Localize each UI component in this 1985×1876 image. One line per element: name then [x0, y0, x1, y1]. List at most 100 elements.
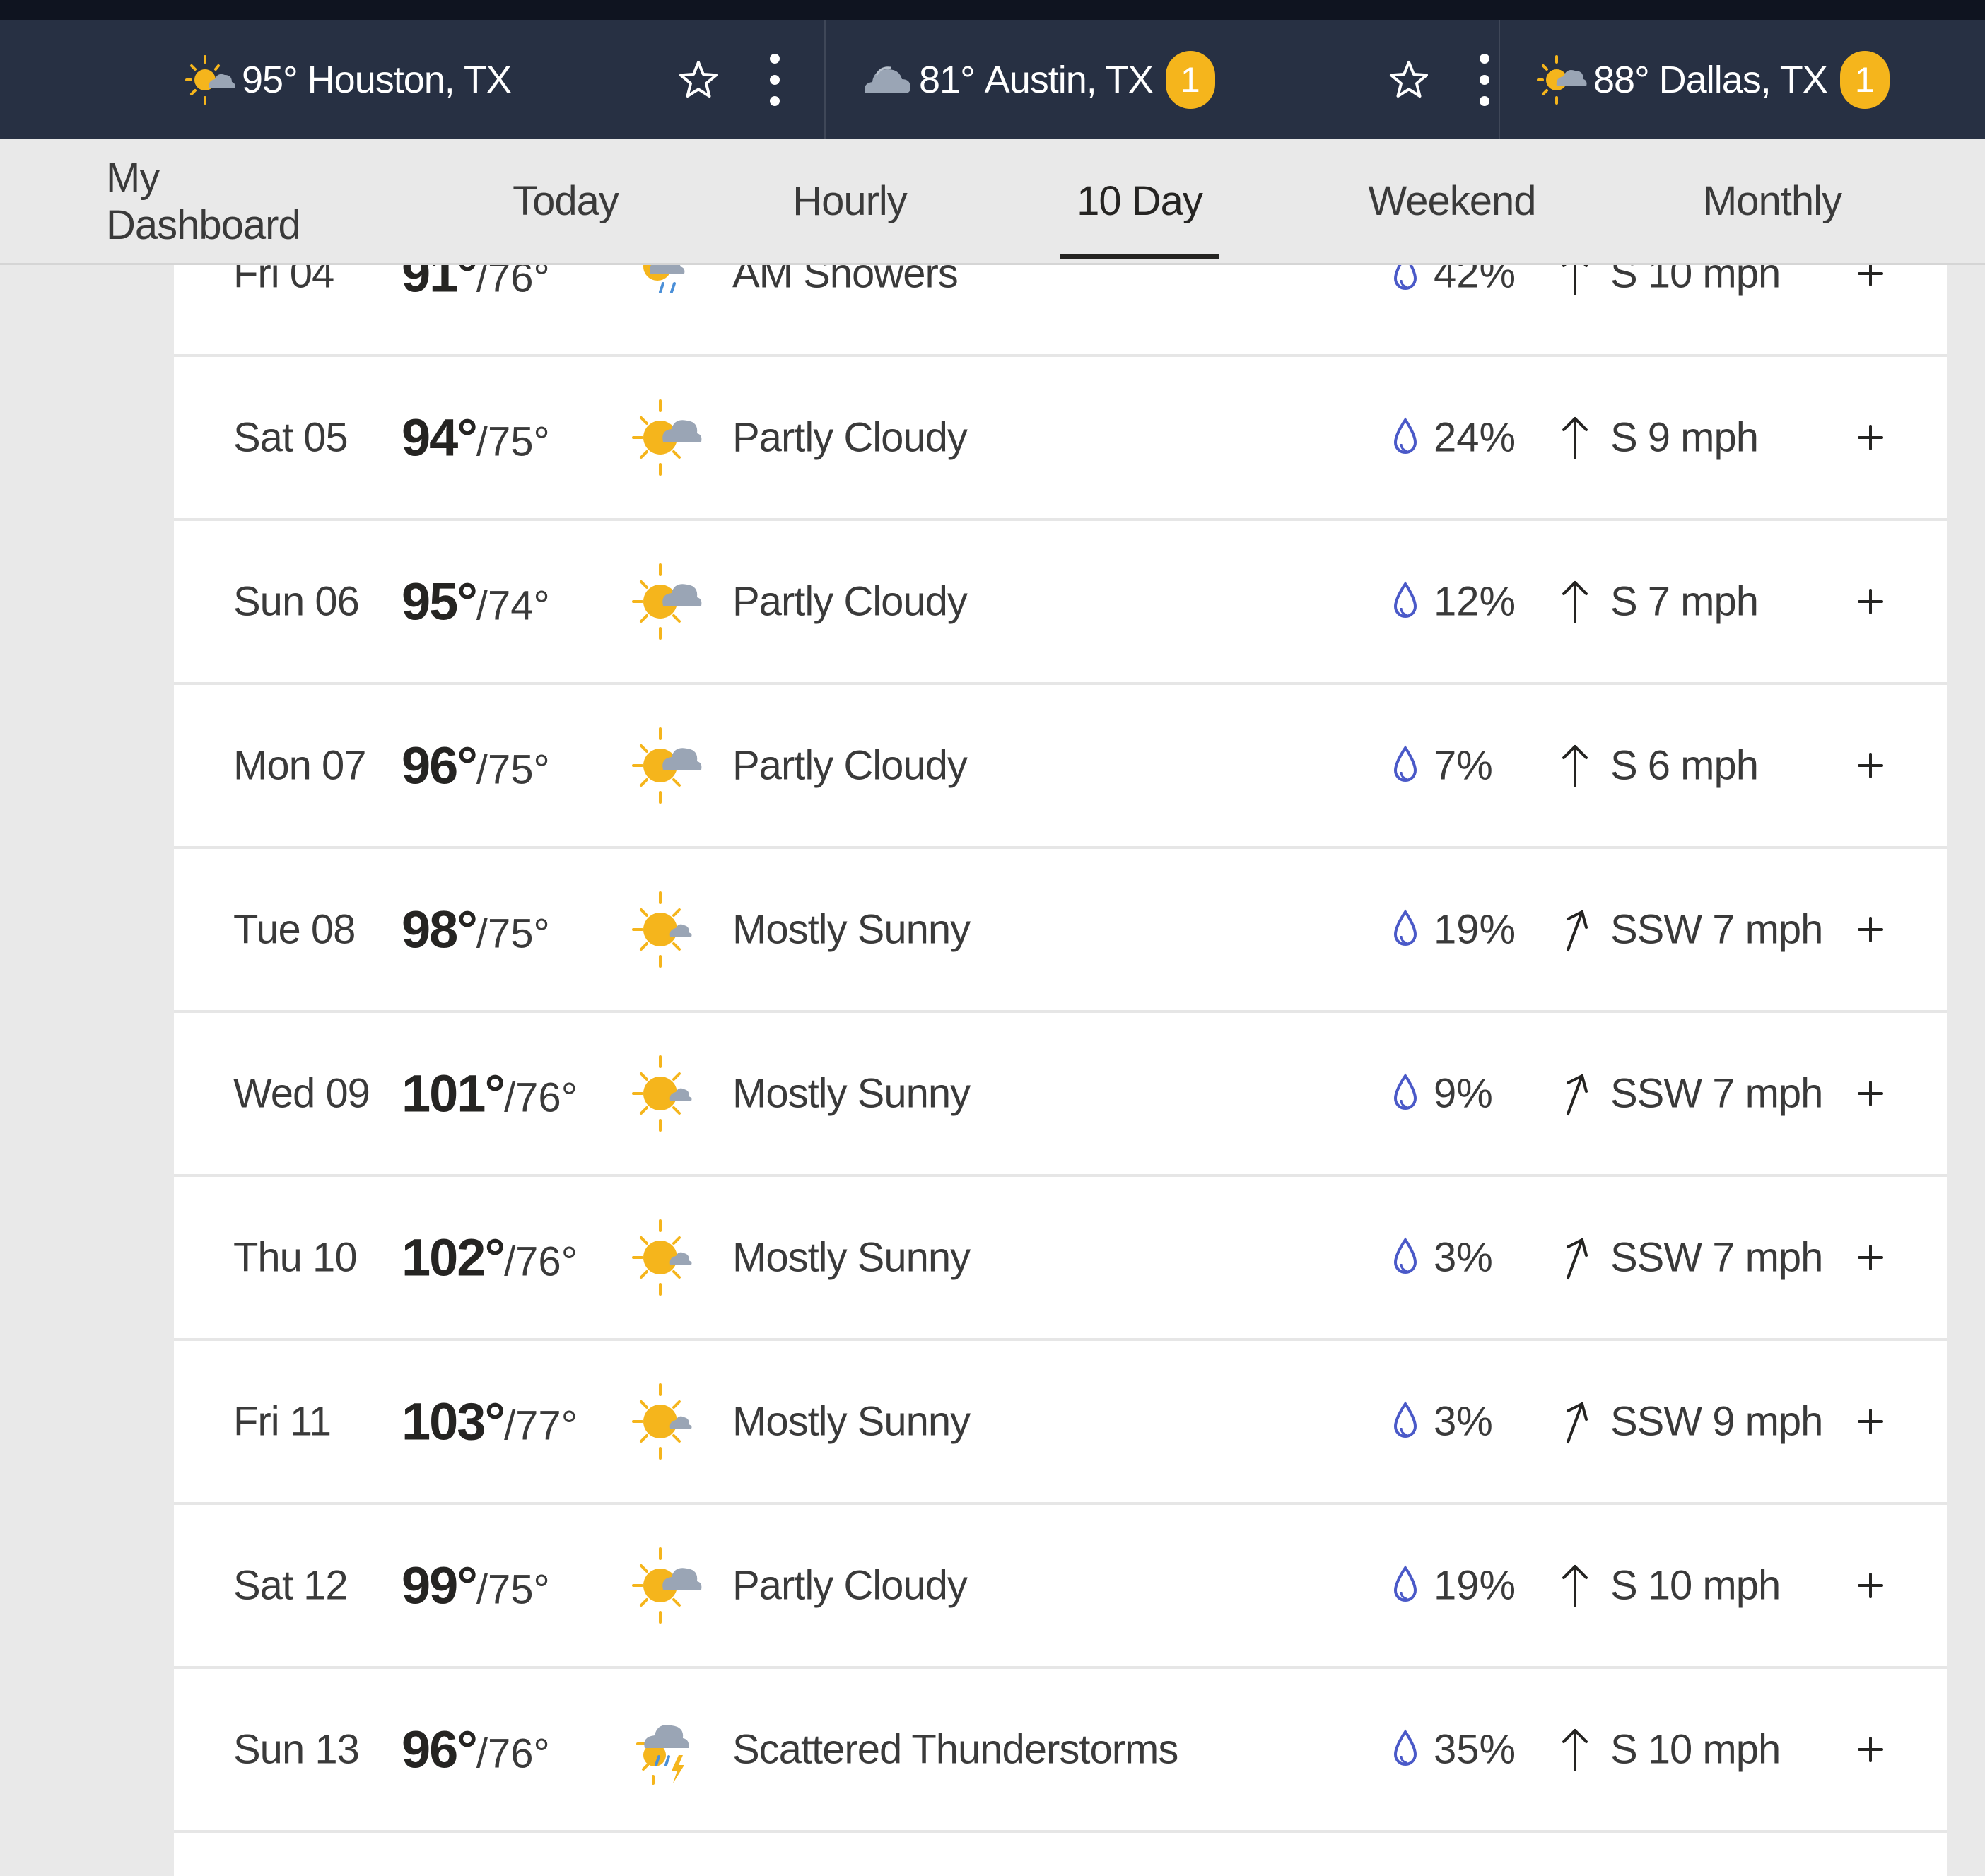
precip-chance: 3%: [1434, 1234, 1493, 1281]
location-temp: 88°: [1593, 58, 1650, 101]
rain-drop-icon: [1391, 745, 1419, 786]
high-temp: 98°: [402, 900, 478, 959]
daily-forecast-row[interactable]: Fri 11 103°/77° Mostly Sunny 3% SSW 9 mph: [174, 1341, 1947, 1505]
day-label: Sun 13: [233, 1726, 360, 1773]
expand-plus-icon[interactable]: [1856, 915, 1885, 944]
expand-plus-icon[interactable]: [1856, 1079, 1885, 1108]
daily-forecast-row[interactable]: Mon 07 96°/75° Partly Cloudy 7% S 6 mph: [174, 685, 1947, 849]
expand-plus-icon[interactable]: [1856, 1735, 1885, 1764]
tab-today[interactable]: Today: [513, 139, 619, 263]
daily-forecast-row[interactable]: Sat 12 99°/75° Partly Cloudy 19% S 10 mph: [174, 1505, 1947, 1669]
condition-phrase: Partly Cloudy: [732, 742, 968, 789]
low-temp: /75°: [476, 746, 550, 793]
day-label: Sun 06: [233, 578, 360, 625]
scrollbar-track[interactable]: [1947, 265, 1985, 1876]
mostly-sunny-icon: [629, 883, 703, 976]
daily-forecast-row[interactable]: Wed 09 101°/76° Mostly Sunny 9% SSW 7 mph: [174, 1013, 1947, 1177]
daily-forecast-row[interactable]: Sun 06 95°/74° Partly Cloudy 12% S 7 mph: [174, 521, 1947, 685]
temperature-range: 96°/76°: [402, 1720, 550, 1780]
expand-plus-icon[interactable]: [1856, 587, 1885, 616]
location-tab-austin[interactable]: 81° Austin, TX 1: [824, 20, 1499, 139]
wind-direction-arrow-icon: [1558, 742, 1592, 789]
day-label: Fri 11: [233, 1398, 332, 1445]
high-temp: 94°: [402, 408, 478, 467]
low-temp: /76°: [476, 1730, 550, 1777]
favorite-star-icon[interactable]: [1388, 59, 1430, 101]
rain-drop-icon: [1391, 1237, 1419, 1278]
mostly-sunny-icon: [629, 1211, 703, 1304]
partly-cloudy-icon: [629, 391, 703, 484]
more-options-icon[interactable]: [1479, 53, 1490, 106]
expand-plus-icon[interactable]: [1856, 1243, 1885, 1272]
high-temp: 91°: [402, 265, 478, 303]
daily-forecast-row[interactable]: Fri 04 91°/76° AM Showers 42% S 10 mph: [174, 265, 1947, 357]
temperature-range: 94°/75°: [402, 408, 550, 468]
precip-chance: 24%: [1434, 414, 1516, 461]
condition-phrase: AM Showers: [732, 265, 959, 297]
precip-chance: 9%: [1434, 1070, 1493, 1117]
condition-phrase: Mostly Sunny: [732, 1070, 971, 1117]
location-link[interactable]: 88° Dallas, TX 1: [1535, 50, 1890, 109]
rain-drop-icon: [1391, 581, 1419, 622]
daily-forecast-list: Fri 04 91°/76° AM Showers 42% S 10 mph Sat 05…: [174, 265, 1947, 1876]
expand-plus-icon[interactable]: [1856, 751, 1885, 780]
wind-speed: SSW 7 mph: [1610, 1070, 1823, 1117]
low-temp: /75°: [476, 418, 550, 465]
precip-chance: 42%: [1434, 265, 1516, 297]
daily-forecast-row[interactable]: Sun 13 96°/76° Scattered Thunderstorms 35% S…: [174, 1669, 1947, 1833]
wind-speed: S 7 mph: [1610, 578, 1759, 625]
alert-count-badge[interactable]: 1: [1839, 50, 1890, 109]
tab-weekend[interactable]: Weekend: [1369, 139, 1537, 263]
precip-chance: 19%: [1434, 1562, 1516, 1609]
alert-count-badge[interactable]: 1: [1165, 50, 1215, 109]
partly-cloudy-day-icon: [184, 54, 236, 106]
location-tab-houston[interactable]: 95° Houston, TX: [0, 20, 824, 139]
temperature-range: 91°/76°: [402, 265, 550, 304]
wind-direction-arrow-icon: [1558, 1562, 1592, 1609]
daily-forecast-row[interactable]: Sat 05 94°/75° Partly Cloudy 24% S 9 mph: [174, 357, 1947, 521]
location-tab-dallas[interactable]: 88° Dallas, TX 1: [1499, 20, 1985, 139]
tab-10-day[interactable]: 10 Day: [1060, 139, 1219, 263]
wind-direction-arrow-icon: [1558, 265, 1592, 297]
rain-drop-icon: [1391, 417, 1419, 458]
day-label: Wed 09: [233, 1070, 370, 1117]
daily-forecast-row[interactable]: Tue 08 98°/75° Mostly Sunny 19% SSW 7 mph: [174, 849, 1947, 1013]
wind-speed: SSW 7 mph: [1610, 906, 1823, 953]
partly-cloudy-icon: [629, 555, 703, 648]
cloudy-icon: [861, 54, 913, 106]
wind-speed: S 10 mph: [1610, 265, 1781, 297]
wind-direction-arrow-icon: [1558, 1726, 1592, 1773]
favorite-star-icon[interactable]: [677, 59, 720, 101]
daily-forecast-row[interactable]: Thu 10 102°/76° Mostly Sunny 3% SSW 7 mph: [174, 1177, 1947, 1341]
location-name: Austin, TX: [984, 58, 1154, 101]
temperature-range: 98°/75°: [402, 900, 550, 960]
saved-locations-bar: 95° Houston, TX 81° Austin, TX 1 88° Dal…: [0, 0, 1985, 139]
location-name: Houston, TX: [307, 58, 512, 101]
tab-monthly[interactable]: Monthly: [1703, 139, 1842, 263]
condition-phrase: Partly Cloudy: [732, 1562, 968, 1609]
high-temp: 96°: [402, 736, 478, 795]
expand-plus-icon[interactable]: [1856, 1571, 1885, 1600]
precip-chance: 12%: [1434, 578, 1516, 625]
expand-plus-icon[interactable]: [1856, 1407, 1885, 1436]
low-temp: /75°: [476, 910, 550, 957]
expand-plus-icon[interactable]: [1856, 423, 1885, 452]
precip-chance: 35%: [1434, 1726, 1516, 1773]
temperature-range: 102°/76°: [402, 1228, 578, 1288]
condition-phrase: Mostly Sunny: [732, 1234, 971, 1281]
temperature-range: 103°/77°: [402, 1392, 578, 1452]
location-link[interactable]: 95° Houston, TX: [184, 54, 512, 106]
mostly-sunny-icon: [629, 1375, 703, 1468]
wind-direction-arrow-icon: [1558, 578, 1592, 625]
location-link[interactable]: 81° Austin, TX 1: [861, 50, 1215, 109]
tab-hourly[interactable]: Hourly: [792, 139, 908, 263]
tab-my-dashboard[interactable]: My Dashboard: [106, 139, 339, 263]
location-temp: 81°: [919, 58, 976, 101]
rain-drop-icon: [1391, 1073, 1419, 1114]
more-options-icon[interactable]: [769, 53, 780, 106]
low-temp: /76°: [504, 1074, 578, 1121]
low-temp: /76°: [504, 1238, 578, 1285]
expand-plus-icon[interactable]: [1856, 265, 1885, 288]
day-label: Fri 04: [233, 265, 334, 297]
temperature-range: 96°/75°: [402, 736, 550, 796]
